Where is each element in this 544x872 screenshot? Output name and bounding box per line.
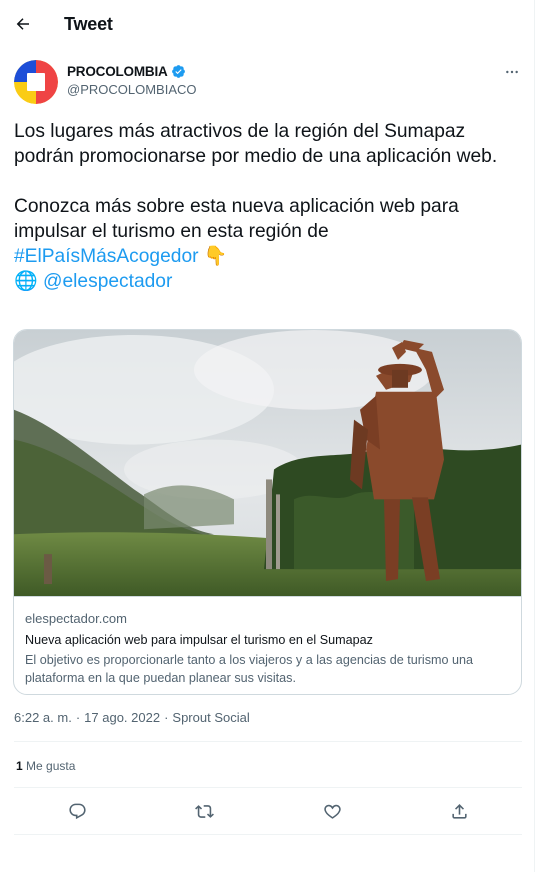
divider — [14, 787, 522, 788]
hashtag-link[interactable]: #ElPaísMásAcogedor — [14, 246, 199, 267]
page-title: Tweet — [64, 14, 113, 34]
tweet-paragraph-1: Los lugares más atractivos de la región … — [14, 121, 498, 167]
divider — [14, 741, 522, 742]
card-meta: elespectador.com Nueva aplicación web pa… — [25, 610, 515, 687]
more-horizontal-icon — [506, 70, 518, 74]
tweet-detail-column: Tweet PROCOLOMBIA @PROCOLOMBIACO Los lug… — [0, 0, 535, 872]
author-handle[interactable]: @PROCOLOMBIACO — [67, 82, 197, 97]
heart-icon — [323, 804, 341, 819]
tweet-author: PROCOLOMBIA @PROCOLOMBIACO — [14, 60, 524, 108]
top-bar: Tweet — [0, 0, 535, 50]
action-bar — [14, 796, 522, 826]
tweet-timestamp: 6:22 a. m. · 17 ago. 2022 · Sprout Socia… — [14, 710, 250, 725]
card-description: El objetivo es proporcionarle tanto a lo… — [25, 653, 474, 685]
retweet-button[interactable] — [189, 796, 219, 826]
share-button[interactable] — [444, 796, 474, 826]
reply-icon — [68, 803, 86, 819]
likes-count: 1 — [16, 759, 23, 773]
name-row: PROCOLOMBIA — [67, 64, 186, 79]
back-button[interactable] — [8, 9, 38, 39]
link-preview-card[interactable]: elespectador.com Nueva aplicación web pa… — [13, 329, 522, 695]
card-title: Nueva aplicación web para impulsar el tu… — [25, 633, 373, 647]
card-image — [14, 330, 521, 597]
mention-link[interactable]: @elespectador — [43, 271, 172, 292]
tweet-date[interactable]: 17 ago. 2022 — [84, 710, 160, 725]
timestamp-separator: · — [75, 710, 81, 725]
arrow-left-icon — [16, 18, 29, 30]
pointing-down-emoji: 👇 — [203, 245, 228, 267]
share-icon — [451, 803, 467, 819]
timestamp-separator-2: · — [164, 710, 169, 725]
retweet-icon — [194, 804, 214, 818]
reply-button[interactable] — [62, 796, 92, 826]
tweet-text: Los lugares más atractivos de la región … — [14, 119, 519, 294]
tweet-source[interactable]: Sprout Social — [172, 710, 249, 725]
card-domain: elespectador.com — [25, 611, 127, 626]
verified-badge-icon — [171, 65, 185, 78]
tweet-paragraph-2-text: Conozca más sobre esta nueva aplicación … — [14, 196, 465, 242]
avatar[interactable] — [14, 60, 58, 104]
more-options-button[interactable] — [500, 62, 524, 82]
likes-stat[interactable]: 1 Me gusta — [16, 759, 75, 773]
likes-label: Me gusta — [26, 759, 76, 773]
like-button[interactable] — [317, 796, 347, 826]
tweet-time[interactable]: 6:22 a. m. — [14, 710, 72, 725]
globe-emoji: 🌐 — [14, 270, 38, 292]
tweet-paragraph-2: Conozca más sobre esta nueva aplicación … — [14, 194, 519, 294]
display-name[interactable]: PROCOLOMBIA — [67, 64, 168, 79]
divider — [14, 834, 522, 835]
